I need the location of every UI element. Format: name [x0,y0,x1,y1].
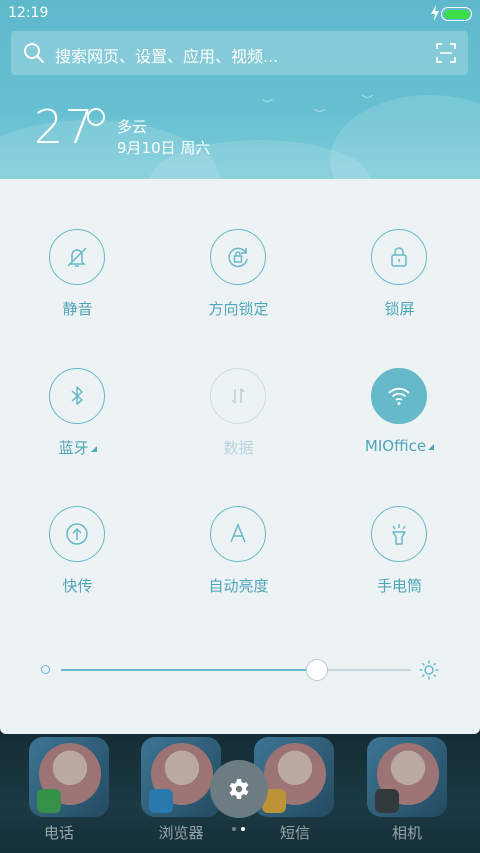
lock-icon [391,247,407,267]
app-icon-browser[interactable] [141,737,221,817]
toggle-rotation-lock[interactable]: 方向锁定 [180,229,300,339]
gear-icon [229,779,249,799]
settings-button[interactable] [210,760,268,818]
bell-off-icon [67,247,87,267]
degree-symbol [87,108,105,126]
temperature: 27 [34,100,95,154]
toggle-label: 方向锁定 [208,300,269,318]
app-label-phone: 电话 [43,824,74,842]
toggle-label: 蓝牙 [19,437,136,458]
bluetooth-icon [71,386,83,405]
toggle-brightness-button[interactable] [210,506,266,562]
bird-decoration: ︶ [262,98,273,111]
toggle-lock-screen[interactable]: 锁屏 [341,229,461,339]
battery-icon [441,7,472,21]
brightness-low-icon [41,665,50,674]
phone-icon [37,789,61,813]
toggle-flashlight-button[interactable] [371,506,427,562]
weather-condition: 多云 [117,118,148,136]
toggle-mute-button[interactable] [49,229,105,285]
weather-header: ︶ ︶ ︶ 12:19 搜索网页、设置、应用、视频... 27 多云 9月10日… [0,0,480,180]
app-label-sms: 短信 [279,824,310,842]
toggle-label: 快传 [62,577,93,595]
brightness-slider-fill [61,669,317,671]
charging-icon [431,5,439,21]
toggle-mute[interactable]: 静音 [19,229,139,339]
search-bar[interactable]: 搜索网页、设置、应用、视频... [11,31,468,75]
caret-icon [428,444,435,450]
brightness-slider-knob[interactable] [306,659,328,681]
search-icon [24,43,45,64]
toggle-label: 手电筒 [376,577,422,595]
mobile-data-icon [231,388,245,404]
bird-decoration: ︶ [314,108,325,121]
quick-settings-panel: 静音 方向锁定 锁屏 蓝牙 数据 MIOffice 快传 自动亮度 手电筒 [0,179,480,734]
toggle-auto-brightness[interactable]: 自动亮度 [180,506,300,616]
toggle-wifi-button[interactable] [371,368,427,424]
toggle-wifi[interactable]: MIOffice [341,368,461,478]
scan-icon[interactable] [436,43,456,63]
toggle-flashlight[interactable]: 手电筒 [341,506,461,616]
auto-brightness-icon [230,523,246,543]
page-dot [241,827,245,831]
toggle-label: 锁屏 [384,300,415,318]
app-icon-camera[interactable] [367,737,447,817]
search-placeholder: 搜索网页、设置、应用、视频... [55,47,279,66]
app-icon-phone[interactable] [29,737,109,817]
toggle-transfer-button[interactable] [49,506,105,562]
bird-decoration: ︶ [362,94,373,107]
browser-icon [149,789,173,813]
weather-date: 9月10日 周六 [117,139,211,157]
camera-icon [375,789,399,813]
status-time: 12:19 [8,5,49,21]
toggle-mobile-data[interactable]: 数据 [180,368,300,478]
toggle-data-button[interactable] [210,368,266,424]
toggle-rotation-button[interactable] [210,229,266,285]
toggle-label: 静音 [62,300,93,318]
app-icon-sms[interactable] [254,737,334,817]
app-label-browser: 浏览器 [158,824,204,842]
rotation-lock-icon [228,247,248,268]
brightness-high-icon [419,660,439,680]
app-label-camera: 相机 [391,824,422,842]
toggle-lock-button[interactable] [371,229,427,285]
toggle-bluetooth[interactable]: 蓝牙 [19,368,139,478]
wifi-icon [388,387,410,405]
toggle-label: 自动亮度 [208,577,269,595]
brightness-slider[interactable] [61,669,411,671]
caret-icon [90,446,97,452]
transfer-icon [66,523,88,545]
toggle-quick-transfer[interactable]: 快传 [19,506,139,616]
toggle-label: MIOffice [341,437,458,455]
flashlight-icon [392,524,406,545]
toggle-bluetooth-button[interactable] [49,368,105,424]
toggle-label: 数据 [223,439,254,457]
page-dot [232,827,236,831]
status-bar: 12:19 [0,0,480,28]
